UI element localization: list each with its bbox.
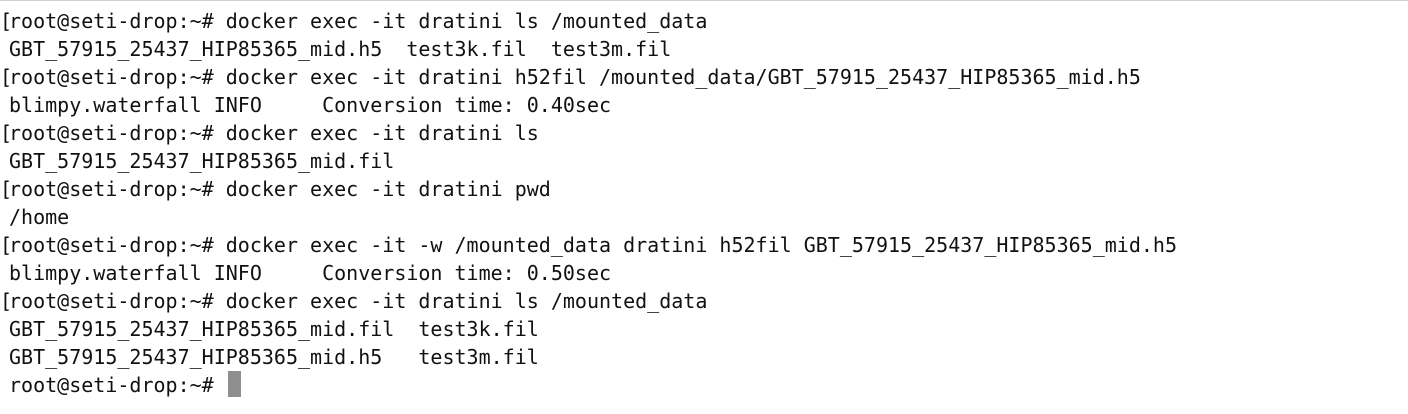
terminal-line: [root@seti-drop:~# docker exec -it drati… <box>0 175 551 203</box>
line-mark: [ <box>0 9 13 33</box>
terminal-line: GBT_57915_25437_HIP85365_mid.fil test3k.… <box>0 315 539 343</box>
line-mark: [ <box>0 289 13 313</box>
terminal-line: blimpy.waterfall INFO Conversion time: 0… <box>0 259 611 287</box>
output-text: GBT_57915_25437_HIP85365_mid.fil <box>9 149 395 173</box>
terminal-line: [root@seti-drop:~# docker exec -it drati… <box>0 7 707 35</box>
output-text: GBT_57915_25437_HIP85365_mid.h5 test3m.f… <box>9 345 539 369</box>
command-text: root@seti-drop:~# docker exec -it dratin… <box>9 177 551 201</box>
output-text: GBT_57915_25437_HIP85365_mid.fil test3k.… <box>9 317 539 341</box>
output-text: blimpy.waterfall INFO Conversion time: 0… <box>9 93 612 117</box>
terminal-line: GBT_57915_25437_HIP85365_mid.h5 test3m.f… <box>0 343 539 371</box>
terminal-window[interactable]: [root@seti-drop:~# docker exec -it drati… <box>0 0 1408 414</box>
command-text: root@seti-drop:~# docker exec -it dratin… <box>9 65 1141 89</box>
command-text: root@seti-drop:~# docker exec -it -w /mo… <box>9 233 1177 257</box>
line-mark: [ <box>0 177 13 201</box>
terminal-line: [root@seti-drop:~# docker exec -it -w /m… <box>0 231 1177 259</box>
terminal-line: [root@seti-drop:~# docker exec -it drati… <box>0 119 539 147</box>
command-text: root@seti-drop:~# docker exec -it dratin… <box>9 9 708 33</box>
text-cursor[interactable] <box>227 371 241 397</box>
terminal-line: GBT_57915_25437_HIP85365_mid.h5 test3k.f… <box>0 35 671 63</box>
prompt-line[interactable]: root@seti-drop:~# <box>0 371 241 399</box>
terminal-line: GBT_57915_25437_HIP85365_mid.fil <box>0 147 394 175</box>
command-text: root@seti-drop:~# docker exec -it dratin… <box>9 121 539 145</box>
shell-prompt: root@seti-drop:~# <box>9 373 226 397</box>
terminal-line: /home <box>0 203 69 231</box>
terminal-line: blimpy.waterfall INFO Conversion time: 0… <box>0 91 611 119</box>
command-text: root@seti-drop:~# docker exec -it dratin… <box>9 289 708 313</box>
terminal-line: [root@seti-drop:~# docker exec -it drati… <box>0 287 707 315</box>
line-mark: [ <box>0 121 13 145</box>
output-text: /home <box>9 205 70 229</box>
output-text: blimpy.waterfall INFO Conversion time: 0… <box>9 261 612 285</box>
terminal-line: [root@seti-drop:~# docker exec -it drati… <box>0 63 1141 91</box>
line-mark: [ <box>0 233 13 257</box>
output-text: GBT_57915_25437_HIP85365_mid.h5 test3k.f… <box>9 37 672 61</box>
line-mark: [ <box>0 65 13 89</box>
